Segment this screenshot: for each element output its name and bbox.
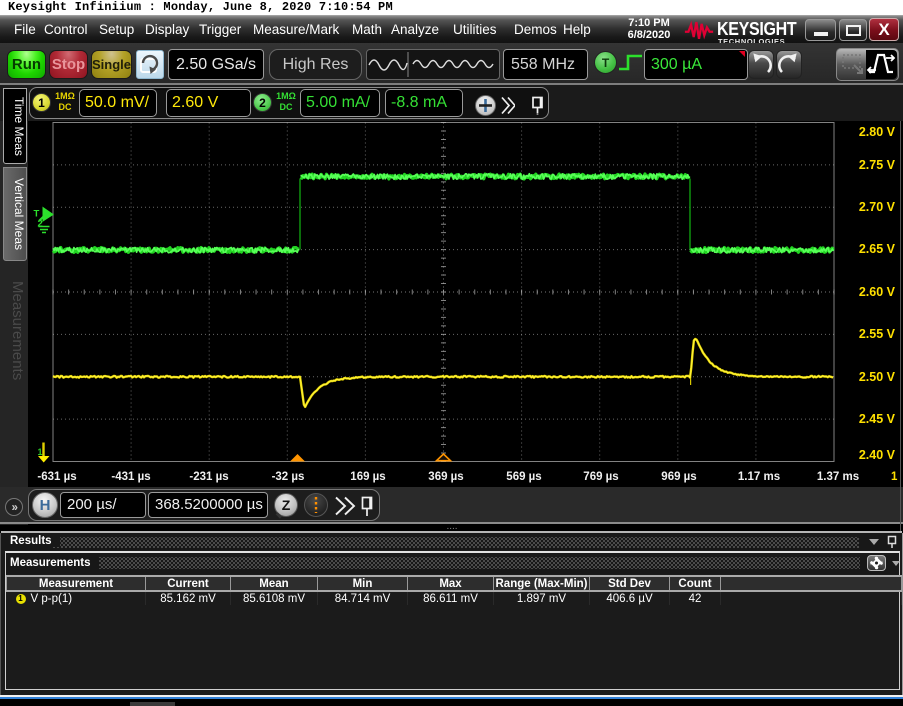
- svg-text:1: 1: [38, 447, 43, 457]
- svg-text:2: 2: [38, 219, 43, 230]
